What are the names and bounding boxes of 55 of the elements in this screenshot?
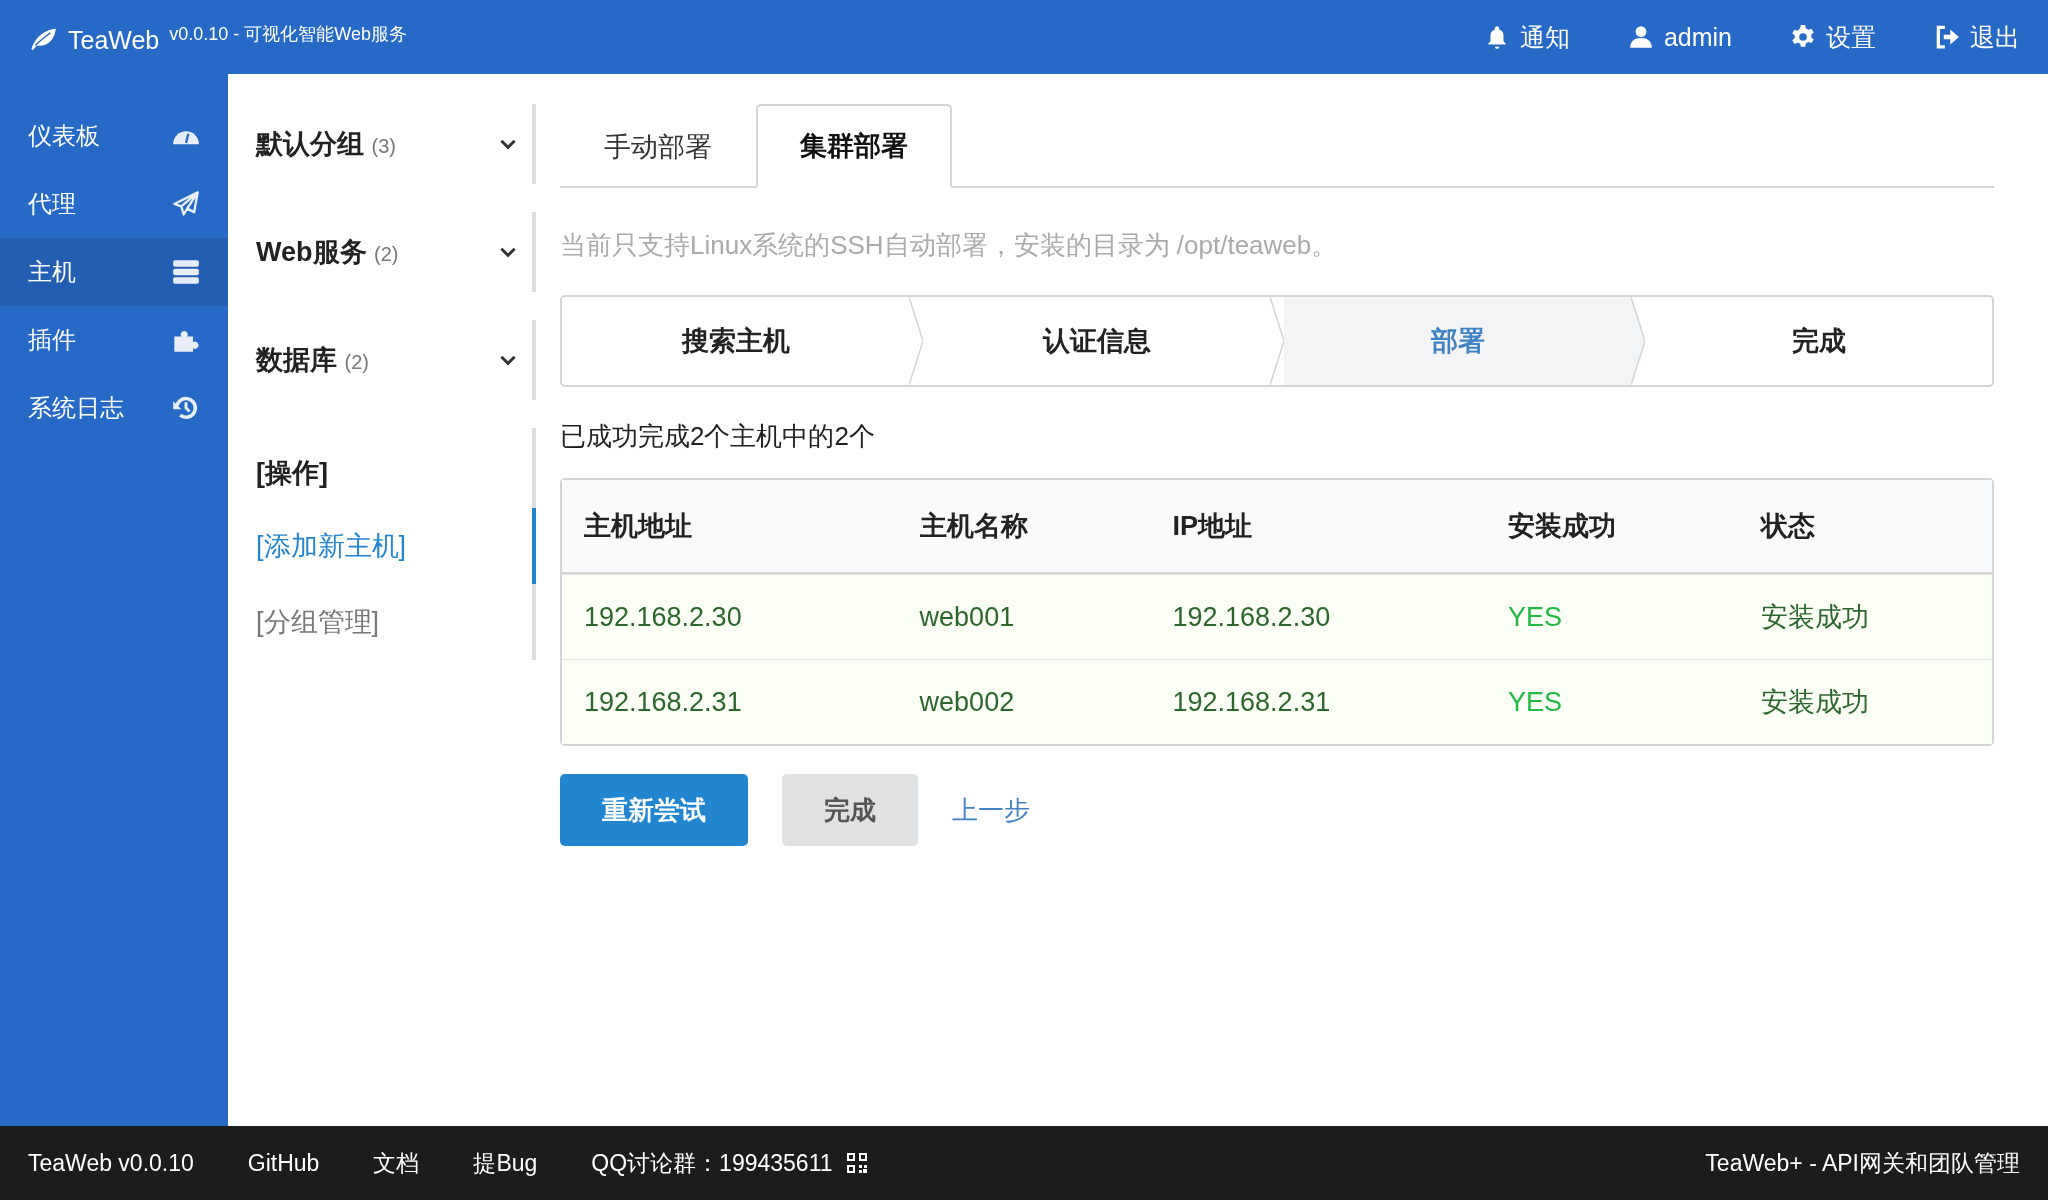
- qr-code-icon[interactable]: [846, 1153, 867, 1173]
- footer-link[interactable]: 文档: [373, 1147, 420, 1179]
- user-icon: [1627, 24, 1654, 50]
- table-cell: YES: [1486, 659, 1740, 744]
- operations-heading: [操作]: [256, 457, 329, 490]
- column-header: 主机名称: [897, 480, 1151, 574]
- paper-plane-icon: [172, 190, 200, 218]
- finish-button[interactable]: 完成: [782, 774, 918, 846]
- table-cell: 安装成功: [1739, 659, 1992, 744]
- table-cell: 192.168.2.30: [1150, 574, 1487, 659]
- notice-text: 当前只支持Linux系统的SSH自动部署，安装的目录为 /opt/teaweb。: [560, 229, 1339, 262]
- sidebar-item[interactable]: 主机: [0, 238, 228, 306]
- step: 搜索主机: [562, 297, 909, 385]
- table-cell: YES: [1486, 574, 1740, 659]
- sidebar-item[interactable]: 代理: [0, 170, 228, 238]
- footer-link[interactable]: 提Bug: [473, 1147, 538, 1179]
- column-header: 状态: [1739, 480, 1992, 574]
- retry-button[interactable]: 重新尝试: [560, 774, 748, 846]
- footer-link[interactable]: TeaWeb v0.0.10: [28, 1149, 194, 1177]
- top-nav-link[interactable]: 设置: [1790, 20, 1876, 54]
- step: 认证信息: [923, 297, 1270, 385]
- sidebar-item[interactable]: 仪表板: [0, 102, 228, 170]
- group-menu-item[interactable]: 数据库 (2): [256, 342, 369, 378]
- top-nav-link[interactable]: 退出: [1934, 20, 2020, 54]
- tab[interactable]: 手动部署: [560, 104, 756, 188]
- settings-icon: [1790, 24, 1816, 50]
- footer-link[interactable]: QQ讨论群：199435611: [591, 1147, 833, 1179]
- group-menu-item[interactable]: 默认分组 (3): [256, 126, 396, 162]
- column-header: IP地址: [1150, 480, 1487, 574]
- summary-text: 已成功完成2个主机中的2个: [560, 420, 876, 453]
- table-cell: web001: [897, 574, 1151, 659]
- step: 完成: [1645, 297, 1992, 385]
- previous-step-link[interactable]: 上一步: [952, 792, 1030, 828]
- footer-link[interactable]: GitHub: [247, 1149, 320, 1177]
- version-text: v0.0.10 - 可视化智能Web服务: [169, 22, 407, 46]
- top-nav-link[interactable]: admin: [1627, 20, 1732, 54]
- server-icon: [172, 258, 200, 286]
- table-cell: 安装成功: [1739, 574, 1992, 659]
- sidebar-item[interactable]: 系统日志: [0, 374, 228, 442]
- operation-link[interactable]: [添加新主机]: [256, 508, 536, 584]
- footer-link[interactable]: TeaWeb+ - API网关和团队管理: [1705, 1147, 2020, 1179]
- table-cell: 192.168.2.30: [562, 574, 898, 659]
- operation-link[interactable]: [分组管理]: [256, 584, 536, 660]
- tab[interactable]: 集群部署: [756, 104, 952, 188]
- table-cell: 192.168.2.31: [1150, 659, 1487, 744]
- column-header: 主机地址: [562, 480, 898, 574]
- sidebar-item[interactable]: 插件: [0, 306, 228, 374]
- sign-out-icon: [1934, 24, 1960, 50]
- table-cell: 192.168.2.31: [562, 659, 898, 744]
- top-nav-link[interactable]: 通知: [1483, 20, 1570, 54]
- group-menu-item[interactable]: Web服务 (2): [256, 234, 399, 270]
- history-icon: [172, 394, 200, 422]
- app-logo-text: TeaWeb: [68, 25, 160, 55]
- table-cell: web002: [897, 659, 1151, 744]
- column-header: 安装成功: [1486, 480, 1740, 574]
